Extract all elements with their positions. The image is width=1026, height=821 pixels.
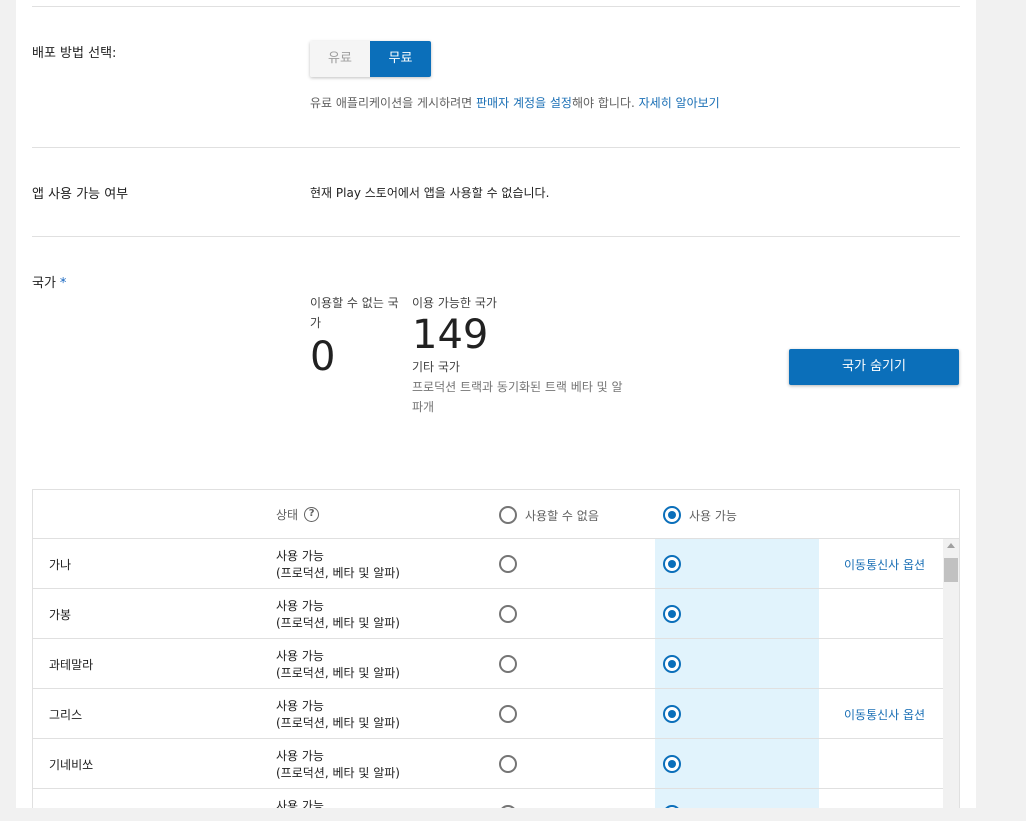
unavailable-radio[interactable] [499, 605, 517, 623]
status-line1: 사용 가능 [276, 749, 324, 763]
availability-label: 앱 사용 가능 여부 [32, 187, 129, 202]
carrier-options-link[interactable]: 이동통신사 옵션 [844, 556, 925, 573]
merchant-account-link[interactable]: 판매자 계정을 설정 [476, 96, 572, 110]
available-radio[interactable] [663, 655, 681, 673]
paid-app-note: 유료 애플리케이션을 게시하려면 판매자 계정을 설정해야 합니다. 자세히 알… [310, 94, 720, 111]
scroll-up-arrow-icon[interactable] [947, 543, 955, 548]
unavailable-radio[interactable] [499, 655, 517, 673]
status-line1: 사용 가능 [276, 649, 324, 663]
table-scrollbar[interactable] [943, 539, 959, 808]
learn-more-link[interactable]: 자세히 알아보기 [639, 96, 720, 110]
divider [32, 147, 960, 148]
unavailable-all-radio[interactable] [499, 506, 517, 524]
hide-countries-button[interactable]: 국가 숨기기 [789, 349, 959, 385]
available-stat: 이용 가능한 국가 149 기타 국가 프로덕션 트랙과 동기화된 트랙 베타 … [412, 293, 652, 417]
unavailable-header-label: 사용할 수 없음 [525, 508, 599, 523]
status-line2: (프로덕션, 베타 및 알파) [276, 716, 400, 730]
country-name: 가나 [49, 558, 72, 572]
price-toggle[interactable]: 유료 무료 [310, 41, 431, 77]
available-header[interactable]: 사용 가능 [663, 506, 737, 524]
unavailable-stat: 이용할 수 없는 국가 0 [310, 293, 406, 379]
availability-text: 현재 Play 스토어에서 앱을 사용할 수 없습니다. [310, 186, 550, 200]
available-header-label: 사용 가능 [689, 508, 737, 523]
status-line1: 사용 가능 [276, 699, 324, 713]
unavailable-radio[interactable] [499, 805, 517, 808]
status-line2: (프로덕션, 베타 및 알파) [276, 566, 400, 580]
status-line2: (프로덕션, 베타 및 알파) [276, 616, 400, 630]
table-row: 가봉 사용 가능 (프로덕션, 베타 및 알파) [33, 589, 943, 639]
countries-label: 국가 * [32, 272, 66, 291]
available-radio[interactable] [663, 755, 681, 773]
country-status: 사용 가능 (프로덕션, 베타 및 알파) [276, 548, 400, 582]
countries-table: 상태 ? 사용할 수 없음 사용 가능 가나 사용 가능 (프로덕션, 베타 및 … [32, 489, 960, 808]
status-line1: 사용 가능 [276, 799, 324, 808]
paid-option[interactable]: 유료 [310, 41, 370, 77]
status-line2: (프로덕션, 베타 및 알파) [276, 766, 400, 780]
unavailable-radio[interactable] [499, 755, 517, 773]
scroll-thumb[interactable] [944, 558, 958, 582]
available-radio[interactable] [663, 805, 681, 808]
table-row: 사용 가능 [33, 789, 943, 808]
question-circle-icon[interactable]: ? [304, 507, 320, 522]
country-status: 사용 가능 [276, 798, 324, 808]
country-status: 사용 가능 (프로덕션, 베타 및 알파) [276, 648, 400, 682]
settings-card: 배포 방법 선택: 유료 무료 유료 애플리케이션을 게시하려면 판매자 계정을… [16, 0, 976, 808]
country-name: 가봉 [49, 608, 72, 622]
country-status: 사용 가능 (프로덕션, 베타 및 알파) [276, 598, 400, 632]
table-body: 가나 사용 가능 (프로덕션, 베타 및 알파) 이동통신사 옵션 가봉 사용 가… [33, 539, 959, 808]
country-status: 사용 가능 (프로덕션, 베타 및 알파) [276, 748, 400, 782]
table-row: 가나 사용 가능 (프로덕션, 베타 및 알파) 이동통신사 옵션 [33, 539, 943, 589]
free-option[interactable]: 무료 [370, 41, 431, 77]
table-row: 그리스 사용 가능 (프로덕션, 베타 및 알파) 이동통신사 옵션 [33, 689, 943, 739]
available-all-radio[interactable] [663, 506, 681, 524]
status-header: 상태 ? [276, 506, 320, 523]
available-count: 149 [412, 312, 489, 358]
country-name: 과테말라 [49, 658, 94, 672]
status-line1: 사용 가능 [276, 599, 324, 613]
table-header: 상태 ? 사용할 수 없음 사용 가능 [33, 490, 959, 539]
country-name: 그리스 [49, 708, 83, 722]
country-name: 기네비쏘 [49, 758, 94, 772]
other-countries-label: 기타 국가 [412, 360, 460, 374]
unavailable-count: 0 [310, 334, 336, 380]
carrier-options-link[interactable]: 이동통신사 옵션 [844, 706, 925, 723]
note-middle: 해야 합니다. [571, 96, 639, 110]
status-line2: (프로덕션, 베타 및 알파) [276, 666, 400, 680]
available-label: 이용 가능한 국가 [412, 296, 497, 310]
countries-label-text: 국가 [32, 276, 56, 291]
status-line1: 사용 가능 [276, 549, 324, 563]
distribution-label: 배포 방법 선택: [32, 46, 117, 61]
divider [32, 236, 960, 237]
table-row: 기네비쏘 사용 가능 (프로덕션, 베타 및 알파) [33, 739, 943, 789]
note-prefix: 유료 애플리케이션을 게시하려면 [310, 96, 477, 110]
available-radio[interactable] [663, 555, 681, 573]
required-mark: * [59, 276, 67, 291]
unavailable-label: 이용할 수 없는 국가 [310, 296, 399, 330]
unavailable-radio[interactable] [499, 555, 517, 573]
unavailable-radio[interactable] [499, 705, 517, 723]
table-row: 과테말라 사용 가능 (프로덕션, 베타 및 알파) [33, 639, 943, 689]
status-header-label: 상태 [276, 508, 299, 522]
divider [32, 6, 960, 7]
unavailable-header[interactable]: 사용할 수 없음 [499, 506, 599, 524]
available-radio[interactable] [663, 705, 681, 723]
country-status: 사용 가능 (프로덕션, 베타 및 알파) [276, 698, 400, 732]
other-countries-sub: 프로덕션 트랙과 동기화된 트랙 베타 및 알파개 [412, 380, 623, 414]
available-radio[interactable] [663, 605, 681, 623]
